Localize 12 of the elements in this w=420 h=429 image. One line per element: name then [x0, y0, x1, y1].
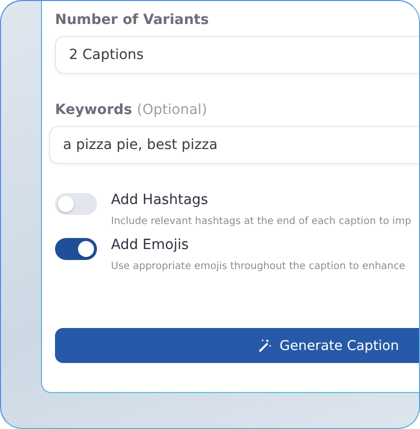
generate-button[interactable]: Generate Caption: [55, 328, 419, 363]
variants-select[interactable]: 2 Captions: [55, 36, 419, 74]
toggle-switch[interactable]: [55, 238, 97, 260]
field-label: Keywords (Optional): [55, 102, 208, 118]
option-title: Add Emojis: [111, 237, 190, 253]
option-description: Include relevant hashtags at the end of each caption to imp: [111, 216, 412, 227]
toggle-switch[interactable]: [55, 193, 97, 215]
option-title: Add Hashtags: [111, 192, 210, 208]
magic-wand-icon: [256, 338, 272, 353]
keywords-input[interactable]: a pizza pie, best pizza: [49, 126, 419, 164]
field-label: Number of Variants: [55, 12, 210, 28]
option-description: Use appropriate emojis throughout the caption to enhance: [111, 261, 406, 272]
